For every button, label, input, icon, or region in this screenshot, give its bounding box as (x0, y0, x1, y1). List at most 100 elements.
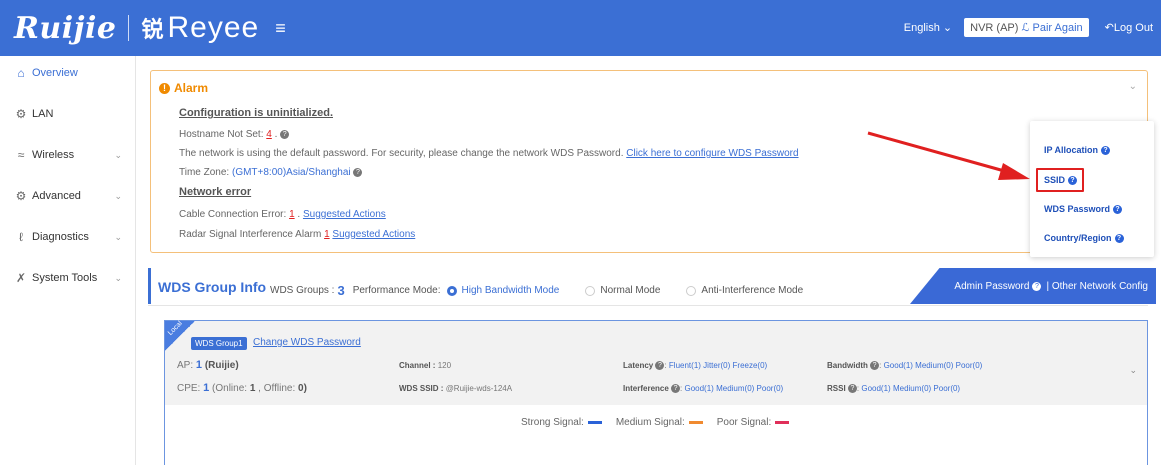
popup-item-label: WDS Password (1044, 204, 1111, 214)
help-icon[interactable]: ? (847, 384, 857, 394)
wds-group-card: Local WDS Group1 Change WDS Password AP:… (164, 320, 1148, 465)
cpe-offline-label: , Offline: (258, 383, 296, 394)
bandwidth-label: Bandwidth (827, 361, 868, 370)
legend-medium-label: Medium Signal: (615, 417, 685, 428)
latency-label: Latency (623, 361, 654, 370)
help-icon[interactable]: ? (353, 167, 363, 177)
chevron-down-icon: ⌄ (114, 149, 122, 160)
hostname-label: Hostname Not Set: (179, 129, 264, 140)
expand-chevron-icon[interactable]: ⌄ (1129, 365, 1137, 376)
config-heading: Configuration is uninitialized. (179, 107, 333, 119)
legend-strong-swatch (587, 421, 602, 424)
sidebar-item-lan[interactable]: ⚙ LAN (14, 107, 126, 121)
radio-unchecked-icon (686, 285, 697, 296)
cable-suggested-actions-link[interactable]: Suggested Actions (303, 209, 386, 220)
radar-alarm-row: Radar Signal Interference Alarm 1 Sugges… (179, 229, 415, 240)
help-icon[interactable]: ? (870, 361, 880, 371)
mode-high-bandwidth-radio[interactable]: High Bandwidth Mode (446, 285, 559, 296)
configure-wds-password-link[interactable]: Click here to configure WDS Password (626, 148, 798, 159)
interference-info: Interference ?: Good(1) Medium(0) Poor(0… (623, 384, 784, 394)
sidebar: ⌂ Overview ⚙ LAN ≈ Wireless ⌄ ⚙ Advanced… (0, 56, 136, 465)
help-icon[interactable]: ? (655, 361, 665, 371)
rssi-label: RSSI (827, 384, 846, 393)
other-network-config-button[interactable]: Other Network Config (1052, 281, 1148, 292)
bandwidth-poor: Poor(0) (955, 361, 983, 370)
help-icon[interactable]: ? (671, 384, 681, 394)
cpe-count: 1 (203, 382, 210, 394)
section-accent (148, 268, 151, 304)
mode-anti-interference-radio[interactable]: Anti-Interference Mode (686, 285, 803, 296)
ribbon-label: Local (166, 320, 184, 337)
brand: Ruijie 锐 Reyee ≡ (14, 11, 286, 46)
logout-button[interactable]: ↶Log Out (1105, 21, 1153, 34)
hostname-row: Hostname Not Set: 4 . ? (179, 129, 290, 140)
collapse-chevron-icon[interactable]: ⌄ (1129, 81, 1137, 92)
popup-item-label: Country/Region (1044, 233, 1112, 243)
gear-icon: ⚙ (15, 189, 27, 203)
mode-label: Anti-Interference Mode (701, 285, 804, 296)
ap-info: AP: 1 (Ruijie) (177, 359, 239, 371)
logout-label: Log Out (1113, 22, 1153, 34)
sidebar-item-label: Overview (32, 67, 78, 79)
sidebar-item-system-tools[interactable]: ✗ System Tools ⌄ (14, 271, 126, 285)
interference-medium: Medium(0) (716, 384, 755, 393)
popup-item-ip-allocation[interactable]: IP Allocation? (1044, 145, 1111, 155)
channel-label: Channel : (399, 361, 436, 370)
latency-fluent: Fluent(1) (668, 361, 701, 370)
cpe-offline-count: 0) (298, 383, 307, 394)
popup-item-label: IP Allocation (1044, 145, 1099, 155)
pair-again-label: Pair Again (1032, 22, 1083, 34)
admin-password-label: Admin Password (954, 280, 1030, 292)
legend-poor-swatch (775, 421, 790, 424)
signal-legend: Strong Signal: Medium Signal: Poor Signa… (521, 417, 803, 428)
sidebar-item-wireless[interactable]: ≈ Wireless ⌄ (14, 148, 126, 162)
radio-unchecked-icon (585, 285, 596, 296)
interference-label: Interference (623, 384, 669, 393)
sidebar-item-label: Advanced (32, 190, 81, 202)
popup-item-wds-password[interactable]: WDS Password? (1044, 204, 1123, 214)
radar-count-link[interactable]: 1 (324, 229, 330, 240)
admin-password-button[interactable]: Admin Password (954, 281, 1029, 292)
chevron-down-icon: ⌄ (114, 272, 122, 283)
bandwidth-info: Bandwidth ?: Good(1) Medium(0) Poor(0) (827, 361, 983, 371)
performance-mode-label: Performance Mode: (352, 285, 441, 296)
sidebar-item-label: LAN (32, 108, 54, 120)
hostname-count-link[interactable]: 4 (266, 129, 272, 140)
radar-suggested-actions-link[interactable]: Suggested Actions (332, 229, 415, 240)
config-tab-bar: Admin Password ? | Other Network Config (910, 268, 1156, 304)
mode-normal-radio[interactable]: Normal Mode (585, 285, 660, 296)
change-wds-password-link[interactable]: Change WDS Password (253, 337, 361, 348)
sidebar-item-overview[interactable]: ⌂ Overview (14, 66, 126, 80)
wds-meta: WDS Groups : 3 Performance Mode: High Ba… (270, 283, 829, 298)
sidebar-item-label: Diagnostics (32, 231, 89, 243)
pair-again-button[interactable]: NVR (AP) ℒ Pair Again (964, 18, 1089, 37)
channel-info: Channel : 120 (399, 361, 451, 370)
timezone-value: (GMT+8:00)Asia/Shanghai (231, 167, 351, 178)
rssi-info: RSSI ?: Good(1) Medium(0) Poor(0) (827, 384, 961, 394)
rssi-medium: Medium(0) (892, 384, 932, 393)
wifi-icon: ≈ (17, 148, 25, 162)
tools-icon: ✗ (15, 271, 27, 285)
sidebar-item-advanced[interactable]: ⚙ Advanced ⌄ (14, 189, 126, 203)
latency-freeze: Freeze(0) (732, 361, 768, 370)
ruijie-logo: Ruijie (14, 10, 117, 46)
timezone-row: Time Zone: (GMT+8:00)Asia/Shanghai ? (179, 167, 363, 178)
language-label: English (903, 22, 940, 34)
sidebar-item-diagnostics[interactable]: ℓ Diagnostics ⌄ (14, 230, 126, 244)
link-icon: ℒ (1021, 22, 1030, 34)
language-selector[interactable]: English ⌄ (904, 21, 952, 34)
help-icon: ? (1101, 145, 1111, 155)
latency-jitter: Jitter(0) (703, 361, 731, 370)
alarm-panel: ! Alarm ⌄ Configuration is uninitialized… (150, 70, 1148, 253)
channel-value: 120 (437, 361, 452, 370)
top-header-bar: Ruijie 锐 Reyee ≡ English ⌄ NVR (AP) ℒ Pa… (0, 0, 1161, 56)
ssid-value: @Ruijie-wds-124A (445, 384, 513, 393)
rssi-good: Good(1) (861, 384, 891, 393)
wds-group-info-bar: WDS Group Info WDS Groups : 3 Performanc… (148, 268, 1156, 306)
cable-error-label: Cable Connection Error: (179, 209, 287, 220)
other-network-config-label: Other Network Config (1051, 280, 1148, 292)
popup-item-country-region[interactable]: Country/Region? (1044, 233, 1124, 243)
cable-error-count-link[interactable]: 1 (289, 209, 295, 220)
help-icon[interactable]: ? (280, 129, 290, 139)
menu-icon[interactable]: ≡ (275, 18, 286, 39)
